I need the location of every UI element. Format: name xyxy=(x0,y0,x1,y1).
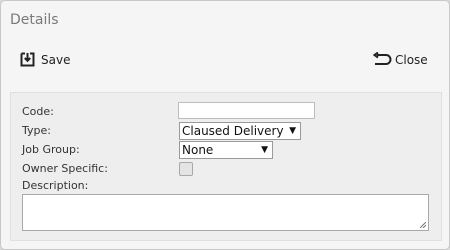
dropdown-arrow-icon: ▼ xyxy=(289,126,296,136)
save-button-label: Save xyxy=(41,52,71,67)
resize-handle-icon[interactable] xyxy=(420,222,426,228)
dialog-title: Details xyxy=(10,12,59,28)
save-button[interactable]: Save xyxy=(20,52,70,67)
job-group-label: Job Group: xyxy=(22,143,80,156)
code-label: Code: xyxy=(22,105,54,118)
details-dialog: Details Save Close Code: Type: Claused D… xyxy=(0,0,450,250)
type-select-value: Claused Delivery xyxy=(182,124,284,138)
type-select[interactable]: Claused Delivery ▼ xyxy=(179,122,301,140)
job-group-select[interactable]: None ▼ xyxy=(179,141,273,159)
code-input[interactable] xyxy=(178,102,315,119)
details-form: Code: Type: Claused Delivery ▼ Job Group… xyxy=(10,92,442,241)
save-icon xyxy=(20,52,35,67)
close-button[interactable]: Close xyxy=(372,52,428,67)
job-group-select-value: None xyxy=(182,143,214,157)
owner-specific-checkbox[interactable] xyxy=(179,162,193,176)
close-arrow-icon xyxy=(372,52,392,67)
dropdown-arrow-icon: ▼ xyxy=(261,145,268,155)
close-button-label: Close xyxy=(395,52,428,67)
description-textarea[interactable] xyxy=(22,194,429,231)
description-label: Description: xyxy=(22,179,89,192)
owner-specific-label: Owner Specific: xyxy=(22,162,108,175)
type-label: Type: xyxy=(22,124,51,137)
